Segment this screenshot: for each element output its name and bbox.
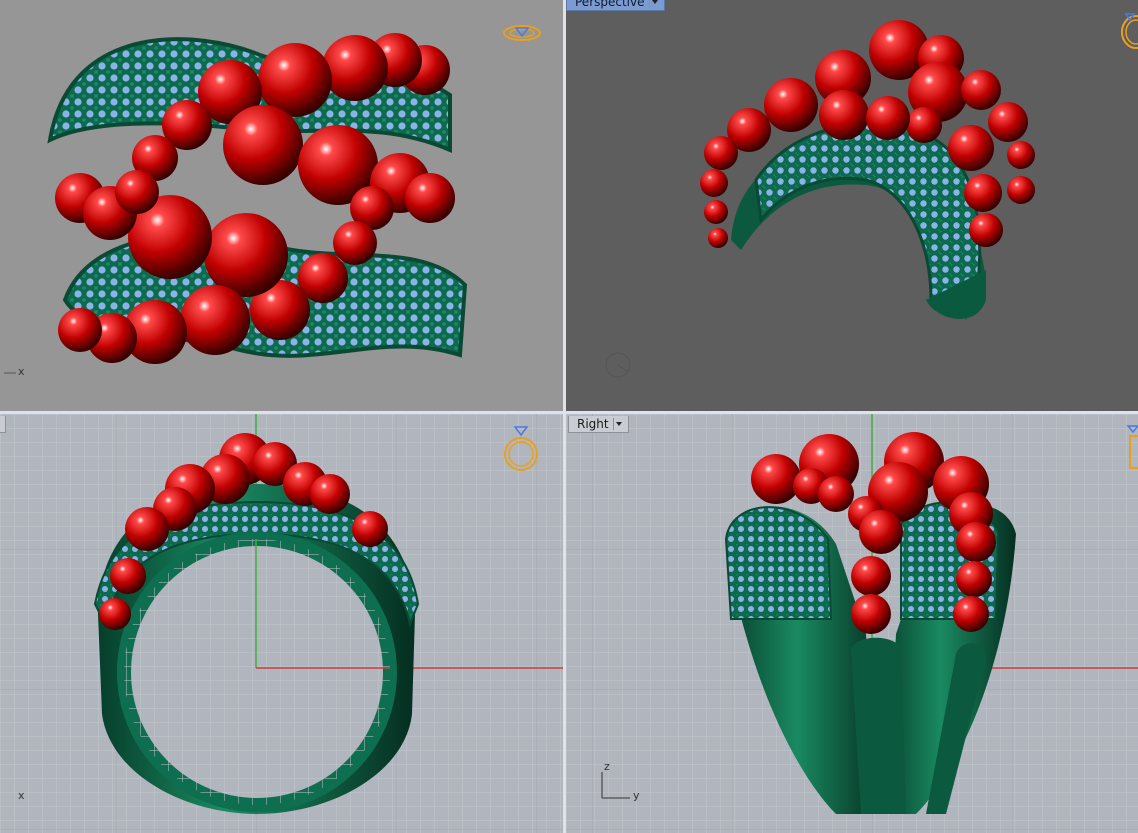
axis-triad-icon [605, 352, 631, 378]
viewport-perspective[interactable]: Perspective [566, 0, 1138, 411]
perspective-view-render [605, 20, 1035, 378]
viewport-front[interactable]: x [0, 414, 563, 833]
viewport-divider-vertical[interactable] [563, 0, 566, 833]
axis-label-x: x [18, 789, 25, 802]
right-view-render [566, 414, 1138, 833]
tab-perspective[interactable]: Perspective [566, 0, 665, 11]
viewport-top[interactable]: x [0, 0, 563, 411]
tab-front[interactable] [0, 416, 6, 433]
viewport-title: Perspective [575, 0, 645, 9]
dropdown-arrow-icon[interactable] [0, 418, 2, 430]
dropdown-arrow-icon[interactable] [648, 0, 660, 8]
viewport-title: Right [577, 417, 609, 431]
ring-view-icon[interactable] [1124, 422, 1138, 472]
axis-label-z: z [604, 760, 610, 773]
ring-view-icon[interactable] [1118, 8, 1138, 50]
viewport-right[interactable]: Right z y [566, 414, 1138, 833]
dropdown-arrow-icon[interactable] [612, 417, 624, 430]
top-view-render [4, 33, 468, 374]
ring-view-icon[interactable] [502, 424, 540, 474]
ring-view-icon[interactable] [502, 22, 542, 44]
viewport-divider-horizontal[interactable] [0, 411, 1138, 414]
axis-label-x: x [18, 365, 25, 378]
front-view-render [0, 414, 563, 833]
tab-right[interactable]: Right [568, 416, 629, 433]
axis-label-y: y [633, 789, 640, 802]
